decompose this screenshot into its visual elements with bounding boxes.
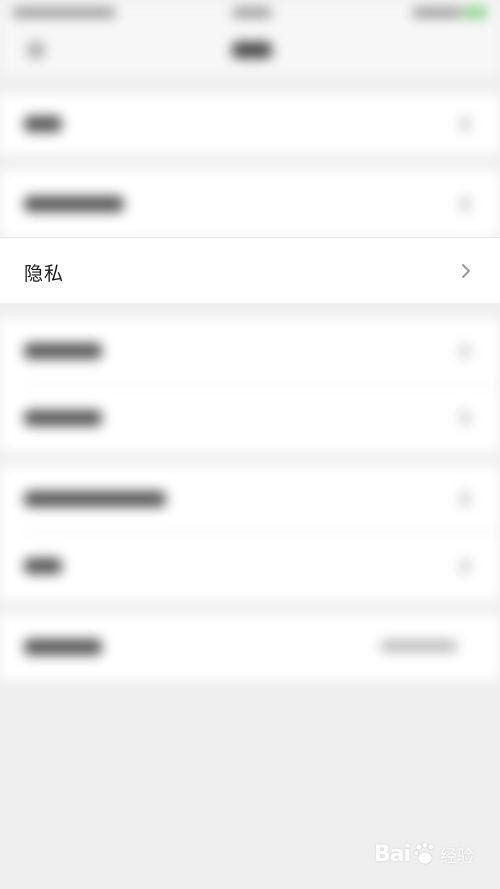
divider (0, 237, 500, 238)
list-item-label (24, 639, 102, 655)
back-icon[interactable] (28, 42, 44, 58)
navigation-bar (0, 28, 500, 76)
chevron-right-icon (460, 411, 470, 425)
list-item-label (24, 116, 62, 132)
clock-text (232, 8, 272, 17)
battery-text (412, 8, 462, 17)
watermark-cn-text: 经验 (440, 846, 474, 867)
privacy-label: 隐私 (24, 263, 65, 285)
battery-icon (462, 7, 488, 18)
settings-group-4 (0, 466, 500, 600)
chevron-right-icon (460, 492, 470, 506)
list-item[interactable] (0, 94, 500, 154)
list-item[interactable] (0, 170, 500, 237)
page-title (232, 42, 272, 58)
list-item-label (24, 491, 166, 507)
list-item-label (24, 196, 124, 212)
settings-group-2 (0, 170, 500, 237)
settings-group-1 (0, 94, 500, 154)
list-item[interactable] (0, 385, 500, 451)
watermark-text: Bai (373, 841, 411, 867)
list-item-value (380, 640, 458, 652)
paw-icon (413, 841, 435, 865)
carrier-text (12, 8, 116, 17)
list-item[interactable] (0, 533, 500, 599)
chevron-right-icon (462, 264, 470, 278)
list-item-label (24, 343, 102, 359)
privacy-list-item[interactable]: 隐私 (0, 237, 500, 303)
status-bar (0, 0, 500, 28)
list-item[interactable] (0, 614, 500, 680)
chevron-right-icon (460, 197, 470, 211)
list-item[interactable] (0, 466, 500, 532)
chevron-right-icon (460, 117, 470, 131)
chevron-right-icon (460, 344, 470, 358)
list-item[interactable] (0, 318, 500, 384)
settings-group-5 (0, 614, 500, 680)
list-item-label (24, 558, 62, 574)
chevron-right-icon (460, 559, 470, 573)
watermark: Bai 经验 (374, 841, 474, 867)
list-item-label (24, 410, 102, 426)
settings-group-3 (0, 318, 500, 452)
